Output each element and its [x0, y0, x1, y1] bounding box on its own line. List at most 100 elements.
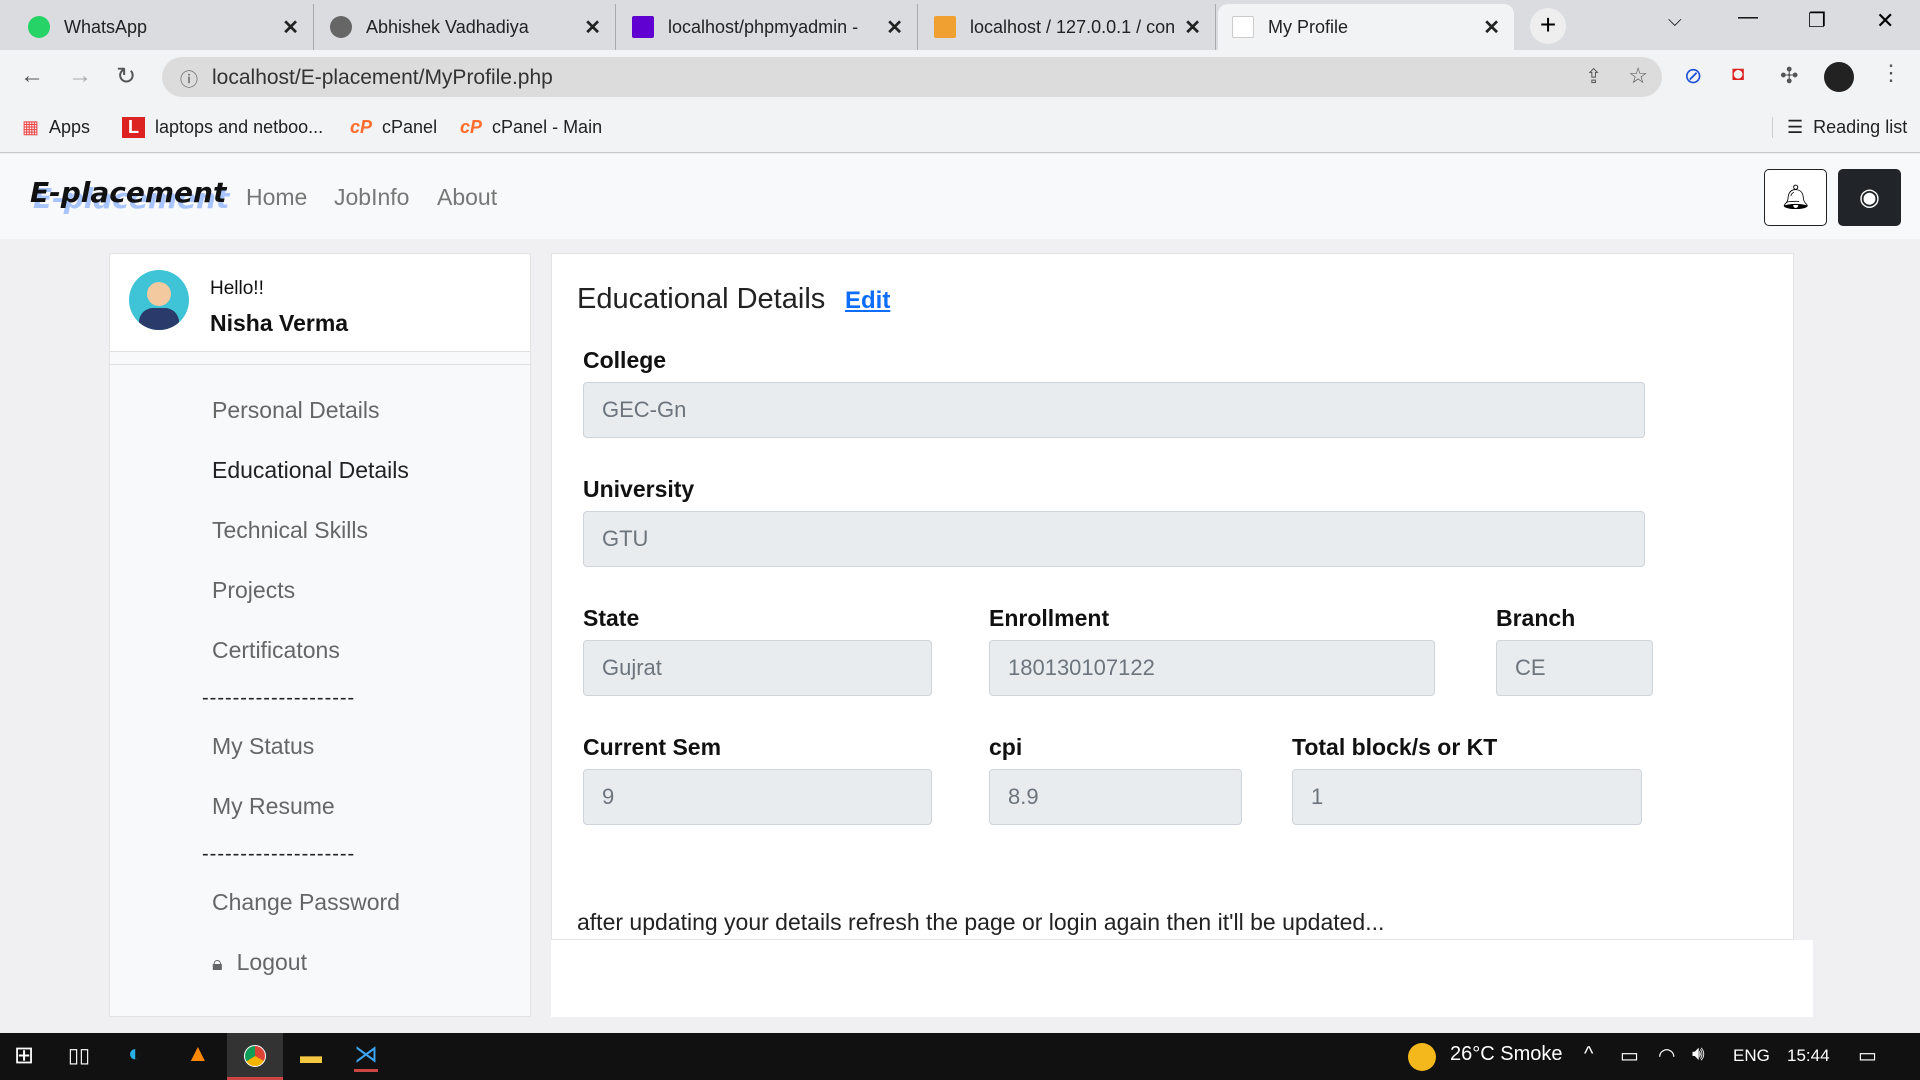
page-icon — [1232, 16, 1254, 38]
divider: -------------------- — [202, 843, 356, 865]
close-icon[interactable]: ✕ — [584, 15, 601, 40]
tab-label: localhost/phpmyadmin - — [668, 16, 859, 37]
url-bar[interactable]: ⓘ localhost/E-placement/MyProfile.php ⇪ ☆ — [162, 57, 1662, 97]
forward-button[interactable]: → — [68, 62, 92, 90]
avatar — [129, 270, 189, 330]
sidebar-item-my-resume[interactable]: My Resume — [212, 793, 335, 820]
tab-whatsapp[interactable]: WhatsApp ✕ — [14, 4, 314, 50]
phpmyadmin-icon — [934, 16, 956, 38]
sidebar-item-educational-details[interactable]: Educational Details — [212, 457, 409, 484]
notifications-button[interactable]: 🔔︎ — [1764, 169, 1827, 226]
chrome-taskbar-button[interactable] — [227, 1033, 283, 1080]
tab-label: WhatsApp — [64, 16, 148, 37]
share-icon[interactable]: ⇪ — [1585, 64, 1602, 89]
tab-abhishek[interactable]: Abhishek Vadhadiya ✕ — [316, 4, 616, 50]
chrome-icon — [244, 1045, 266, 1067]
page-title: Educational Details — [577, 283, 826, 315]
volume-icon[interactable]: 🔊︎ — [1692, 1043, 1705, 1066]
tab-label: localhost / 127.0.0.1 / con — [970, 16, 1176, 37]
vlc-icon[interactable]: ▲ — [186, 1040, 210, 1068]
battery-icon[interactable]: ▭ — [1620, 1043, 1639, 1068]
edge-icon[interactable]: ◐ — [128, 1040, 143, 1068]
restore-button[interactable]: ❐ — [1808, 8, 1826, 33]
bookmark-cpanel-main[interactable]: cP cPanel - Main — [460, 117, 602, 138]
bookmarks-bar: ▦ Apps Llaptops and netboo... cP cPanel cP… — [0, 105, 1920, 153]
sidebar-item-projects[interactable]: Projects — [212, 577, 295, 604]
menu-icon[interactable]: ⋮ — [1880, 60, 1902, 86]
sidebar-item-technical-skills[interactable]: Technical Skills — [212, 517, 368, 544]
tab-my-profile[interactable]: My Profile ✕ — [1218, 4, 1514, 50]
sidebar-item-change-password[interactable]: Change Password — [212, 889, 400, 916]
user-circle-icon: ◉ — [1859, 184, 1880, 211]
bookmark-laptops[interactable]: Llaptops and netboo... — [122, 117, 323, 138]
tab-phpmyadmin[interactable]: localhost/phpmyadmin - ✕ — [618, 4, 918, 50]
reading-list-icon: ☰ — [1787, 117, 1804, 137]
branch-label: Branch — [1496, 605, 1576, 631]
current-sem-field[interactable]: 9 — [583, 769, 932, 825]
sidebar-item-my-status[interactable]: My Status — [212, 733, 314, 760]
cpi-label: cpi — [989, 734, 1023, 760]
cpanel-icon: cP — [350, 117, 373, 137]
bookmark-label: cPanel - Main — [492, 117, 603, 137]
close-window-button[interactable]: ✕ — [1876, 8, 1894, 34]
kt-field[interactable]: 1 — [1292, 769, 1642, 825]
navbar: E-placement Home JobInfo About 🔔︎ ◉ — [0, 154, 1920, 239]
language-indicator[interactable]: ENG — [1733, 1046, 1770, 1066]
star-icon[interactable]: ☆ — [1628, 63, 1648, 89]
nav-jobinfo[interactable]: JobInfo — [334, 184, 409, 211]
edit-link[interactable]: Edit — [845, 287, 890, 315]
weather-text[interactable]: 26°C Smoke — [1450, 1043, 1563, 1066]
address-bar-row: ← → ↻ ⓘ localhost/E-placement/MyProfile.p… — [0, 50, 1920, 105]
bookmark-apps[interactable]: ▦ Apps — [22, 117, 90, 138]
l-logo-icon: L — [122, 117, 145, 138]
sidebar: Hello!! Nisha Verma Personal Details Edu… — [109, 253, 531, 1017]
user-name: Nisha Verma — [210, 310, 349, 336]
nav-about[interactable]: About — [437, 184, 497, 211]
tab-bar: WhatsApp ✕ Abhishek Vadhadiya ✕ localhost/… — [0, 0, 1920, 50]
tab-label: My Profile — [1268, 16, 1349, 37]
sidebar-item-certifications[interactable]: Certificatons — [212, 637, 340, 664]
close-icon[interactable]: ✕ — [886, 15, 903, 40]
task-view-icon[interactable]: ▯▯ — [68, 1043, 90, 1068]
tab-localhost[interactable]: localhost / 127.0.0.1 / con ✕ — [920, 4, 1216, 50]
weather-icon[interactable] — [1408, 1043, 1436, 1071]
minimize-button[interactable]: — — [1738, 6, 1758, 29]
vscode-icon[interactable]: ⋊ — [354, 1040, 378, 1072]
reading-list[interactable]: ☰ Reading list — [1772, 117, 1907, 138]
sidebar-item-personal-details[interactable]: Personal Details — [212, 397, 379, 424]
new-tab-button[interactable]: + — [1530, 8, 1566, 44]
bookmark-cpanel[interactable]: cP cPanel — [350, 117, 437, 138]
close-icon[interactable]: ✕ — [1184, 15, 1201, 40]
sidebar-item-logout[interactable]: 🔒︎ Logout — [212, 949, 307, 976]
close-icon[interactable]: ✕ — [1483, 15, 1500, 40]
university-field[interactable]: GTU — [583, 511, 1645, 567]
account-button[interactable]: ◉ — [1838, 169, 1901, 226]
wifi-icon[interactable]: ◠ — [1658, 1043, 1675, 1068]
extensions-icon[interactable]: ✣ — [1780, 63, 1798, 89]
back-button[interactable]: ← — [20, 62, 44, 90]
whatsapp-icon — [28, 16, 50, 38]
chevron-up-icon[interactable]: ^ — [1584, 1043, 1593, 1066]
state-field[interactable]: Gujrat — [583, 640, 932, 696]
pocket-extension-icon[interactable]: ◘ — [1732, 63, 1744, 86]
profile-icon[interactable] — [1824, 62, 1854, 92]
user-greeting: Hello!! Nisha Verma — [110, 254, 530, 352]
close-icon[interactable]: ✕ — [282, 15, 299, 40]
enrollment-field[interactable]: 180130107122 — [989, 640, 1435, 696]
globe-icon — [330, 16, 352, 38]
branch-field[interactable]: CE — [1496, 640, 1653, 696]
windows-start-icon[interactable]: ⊞ — [14, 1041, 34, 1070]
brand-logo[interactable]: E-placement — [30, 176, 226, 209]
tab-label: Abhishek Vadhadiya — [366, 16, 529, 37]
cpi-field[interactable]: 8.9 — [989, 769, 1242, 825]
tab-search-icon[interactable]: ⌵ — [1668, 10, 1682, 31]
college-field[interactable]: GEC-Gn — [583, 382, 1645, 438]
clock[interactable]: 15:44 — [1787, 1046, 1830, 1066]
reload-button[interactable]: ↻ — [116, 62, 136, 91]
blocker-extension-icon[interactable]: ⊘ — [1684, 63, 1702, 89]
file-explorer-icon[interactable]: ▬ — [300, 1043, 322, 1069]
notification-center-icon[interactable]: ▭ — [1858, 1043, 1877, 1068]
info-icon: ⓘ — [180, 70, 198, 90]
nav-home[interactable]: Home — [246, 184, 307, 211]
logout-label: Logout — [236, 949, 307, 975]
